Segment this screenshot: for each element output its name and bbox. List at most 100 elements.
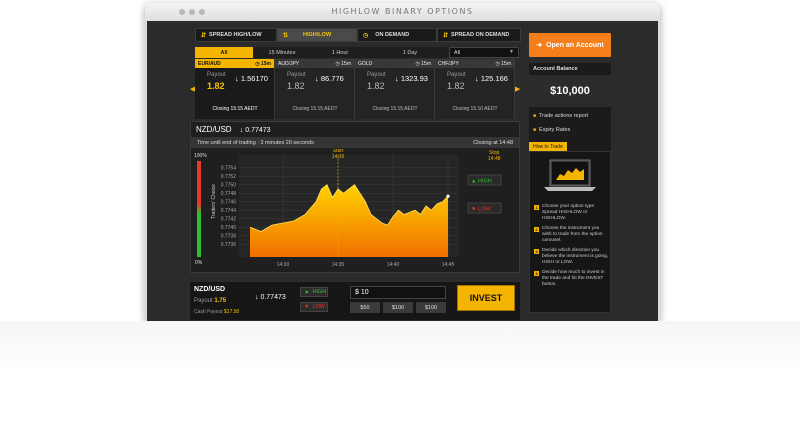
ticket-high-button[interactable]: ▲ HIGH	[300, 287, 328, 297]
low-label: LOW	[478, 207, 491, 213]
window-title: HIGHLOW BINARY OPTIONS	[331, 7, 474, 16]
sidebar: Account Balance $10,000 ■ Trade actions r…	[529, 63, 611, 313]
tab-spread-on-demand[interactable]: ⇵ SPREAD ON DEMAND	[437, 28, 521, 42]
asset-card[interactable]: EUR/AUD ◷ 15m Payout 1.82 ↓ 1.56170 Closi…	[195, 59, 275, 119]
chart-panel: NZD/USD ↓ 0.77473 Time until end of trad…	[190, 121, 520, 273]
tab-spread-highlow[interactable]: ⇵ SPREAD HIGH/LOW	[195, 28, 277, 42]
price-chart: 100% 0% Traders' Choice 0.77540.77520.77…	[194, 149, 502, 268]
list-item: 2 Choose the instrument you wish to trade…	[534, 226, 603, 243]
invest-button[interactable]: INVEST	[457, 285, 515, 311]
open-account-button[interactable]: ➜ Open an Account	[529, 33, 611, 57]
preset-50-button[interactable]: $50	[350, 302, 380, 313]
x-tick-label: 14:45	[442, 262, 455, 268]
plot-area: 0.7754 0.7752 0.7750 0.7748 0.7746 0.7744 0.77…	[221, 149, 459, 268]
x-tick-label: 14:30	[277, 262, 290, 268]
y-tick-label: 0.7744	[221, 208, 237, 214]
y-tick-label: 0.7746	[221, 200, 237, 206]
list-item: 4 Decide how much to invest in the trade …	[534, 270, 605, 287]
traders-choice-bar	[197, 161, 201, 257]
account-balance: $10,000	[529, 75, 611, 107]
how-to-steps: 1 Choose your option type Spread HIGHLOW …	[534, 204, 610, 292]
app-window: HIGHLOW BINARY OPTIONS ⇵ SPREAD HIGH/LOW…	[145, 3, 660, 321]
asset-card[interactable]: AUD/JPY ◷ 15m Payout 1.82 ↓ 86.776 Closin…	[275, 59, 355, 119]
asset-card[interactable]: CHF/JPY ◷ 15m Payout 1.82 ↓ 125.166 Closi…	[435, 59, 515, 119]
current-price-dot	[446, 194, 450, 198]
asset-carousel: ◀ EUR/AUD ◷ 15m Payout 1.82 ↓ 1.56170 Clo…	[190, 59, 520, 119]
laptop-icon	[544, 159, 596, 191]
trading-status-bar: Time until end of trading : 3 minutes 20…	[191, 137, 519, 148]
duration-badge: ◷ 15m	[335, 60, 352, 67]
filter-all[interactable]: All	[195, 47, 253, 58]
chart-header: NZD/USD ↓ 0.77473	[196, 125, 271, 134]
down-arrow-icon: ▼	[471, 207, 476, 213]
payout-value: 1.82	[367, 81, 385, 91]
payout-value: 1.82	[447, 81, 465, 91]
ticket-low-button[interactable]: ▼ LOW	[300, 302, 328, 312]
preset-100-button-2[interactable]: $100	[416, 302, 446, 313]
down-arrow-icon: ▼	[304, 304, 310, 310]
tab-label: SPREAD HIGH/LOW	[209, 32, 262, 38]
filter-1-hour[interactable]: 1 Hour	[311, 47, 369, 58]
how-to-trade-tab[interactable]: How to Trade	[529, 142, 567, 151]
payout-label: Payout	[447, 72, 466, 78]
chevron-down-icon: ▼	[509, 49, 514, 55]
payout-value: 1.82	[207, 81, 225, 91]
tab-highlow[interactable]: ⇅ HIGH/LOW	[277, 28, 357, 42]
traders-choice-top: 100%	[194, 153, 207, 159]
y-tick-label: 0.7740	[221, 225, 237, 231]
y-tick-label: 0.7738	[221, 234, 237, 240]
time-until-end: Time until end of trading : 3 minutes 20…	[197, 139, 314, 146]
closing-time: Closing 15:10 AEDT	[452, 106, 498, 112]
y-tick-label: 0.7748	[221, 191, 237, 197]
rate-value: ↓ 1.56170	[235, 74, 268, 83]
asset-pair: GOLD	[358, 60, 373, 67]
link-trade-actions-report[interactable]: ■ Trade actions report	[533, 113, 588, 119]
high-button[interactable]: ▲ HIGH	[467, 174, 502, 186]
rate-value: ↓ 1323.93	[395, 74, 428, 83]
tab-on-demand[interactable]: ◷ ON DEMAND	[357, 28, 437, 42]
filter-15-minutes[interactable]: 15 Minutes	[253, 47, 311, 58]
high-label: HIGH	[478, 179, 492, 185]
duration-badge: ◷ 15m	[415, 60, 432, 67]
closing-time: Closing 15:15 AEDT	[212, 106, 258, 112]
how-to-trade-panel: 1 Choose your option type Spread HIGHLOW …	[529, 151, 611, 313]
payout-value: 1.82	[287, 81, 305, 91]
x-tick-label: 14:35	[332, 262, 345, 268]
closing-time: Closing 15:15 AEDT	[372, 106, 418, 112]
low-button[interactable]: ▼ LOW	[467, 202, 502, 214]
preset-100-button[interactable]: $100	[383, 302, 413, 313]
y-tick-label: 0.7752	[221, 174, 237, 180]
duration-badge: ◷ 15m	[255, 60, 271, 67]
clock-icon: ◷	[363, 32, 369, 39]
up-arrow-icon: ▲	[304, 289, 310, 295]
list-item: 3 Decide which direction you believe the …	[534, 248, 609, 265]
closing-at: Closing at 14:48	[473, 139, 513, 146]
closing-time: Closing 15:15 AEDT	[292, 106, 338, 112]
ticket-cash-payout: Cash Payout $17.50	[194, 309, 240, 315]
trading-app: ⇵ SPREAD HIGH/LOW ⇅ HIGH/LOW ◷ ON DEMAND…	[147, 21, 658, 321]
asset-card[interactable]: GOLD ◷ 15m Payout 1.82 ↓ 1323.93 Closing …	[355, 59, 435, 119]
asset-pair: CHF/JPY	[438, 60, 459, 67]
up-arrow-icon: ▲	[471, 179, 476, 185]
asset-filter-select[interactable]: All ▼	[449, 47, 519, 58]
tab-label: HIGH/LOW	[303, 32, 332, 38]
traders-choice-label: Traders' Choice	[211, 184, 217, 219]
start-time: 14:35	[332, 154, 345, 160]
y-tick-label: 0.7742	[221, 217, 237, 223]
tab-label: SPREAD ON DEMAND	[451, 32, 510, 38]
filter-1-day[interactable]: 1 Day	[369, 47, 451, 58]
payout-label: Payout	[367, 72, 386, 78]
rate-value: ↓ 86.776	[315, 74, 344, 83]
trade-ticket: NZD/USD Payout 1.75 Cash Payout $17.50 ↓…	[190, 282, 520, 320]
tab-label: ON DEMAND	[375, 32, 410, 38]
x-tick-label: 14:40	[387, 262, 400, 268]
link-expiry-rates[interactable]: ■ Expiry Rates	[533, 127, 570, 133]
payout-label: Payout	[287, 72, 306, 78]
chart-rate: ↓ 0.77473	[239, 127, 271, 134]
traders-choice-bottom: 0%	[195, 260, 203, 266]
carousel-right-arrow-icon[interactable]: ▶	[515, 59, 520, 119]
arrow-right-circle-icon: ➜	[536, 42, 543, 49]
investment-amount-input[interactable]: $ 10	[350, 286, 446, 299]
spread-icon: ⇵	[443, 32, 449, 39]
chart-pair: NZD/USD	[196, 125, 232, 134]
